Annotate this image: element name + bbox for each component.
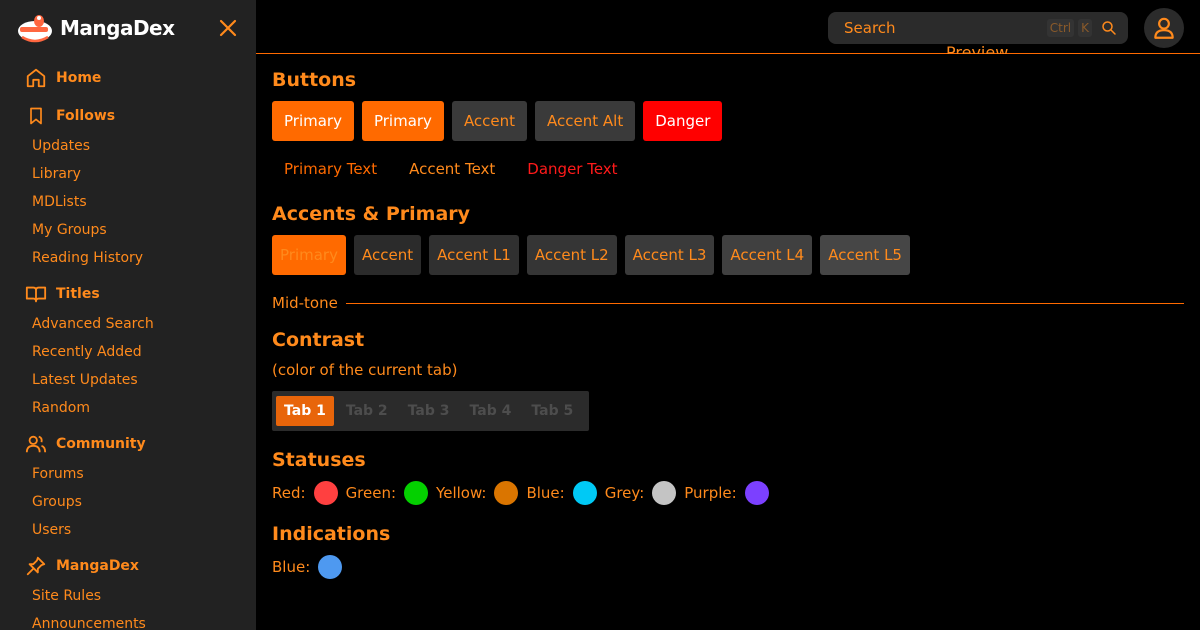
filled-buttons-row: Primary Primary Accent Accent Alt Danger (272, 101, 1184, 141)
section-title-statuses: Statuses (272, 449, 366, 471)
user-avatar[interactable] (1144, 8, 1184, 48)
indication-dot-blue (318, 555, 343, 579)
theme-preview: Buttons Primary Primary Accent Accent Al… (272, 55, 1184, 581)
tab-5[interactable]: Tab 5 (523, 396, 581, 426)
swatch-accent-l4: Accent L4 (722, 235, 813, 275)
indication-label-blue: Blue: (272, 558, 311, 576)
sidebar-item-my-groups[interactable]: My Groups (0, 216, 256, 244)
primary-button[interactable]: Primary (272, 101, 354, 141)
sidebar-item-library[interactable]: Library (0, 160, 256, 188)
sidebar-section-follows[interactable]: Follows (0, 100, 256, 132)
sidebar-item-site-rules[interactable]: Site Rules (0, 582, 256, 610)
status-label-yellow: Yellow: (436, 484, 487, 502)
sidebar-nav: Home Follows Updates Library MDLists My … (0, 62, 256, 630)
brand[interactable]: MangaDex (16, 12, 175, 44)
contrast-subtitle: (color of the current tab) (272, 361, 458, 379)
users-icon (24, 432, 48, 456)
sidebar-section-titles[interactable]: Titles (0, 278, 256, 310)
shortcut-key-k: K (1078, 19, 1092, 37)
status-dot-yellow (494, 481, 519, 505)
accent-text-button[interactable]: Accent Text (397, 149, 507, 189)
sidebar-section-label: Follows (56, 108, 116, 124)
danger-text-button[interactable]: Danger Text (515, 149, 629, 189)
status-label-purple: Purple: (684, 484, 737, 502)
section-title-contrast: Contrast (272, 329, 365, 351)
sidebar-item-updates[interactable]: Updates (0, 132, 256, 160)
shortcut-key-ctrl: Ctrl (1046, 19, 1075, 37)
sidebar: MangaDex Home Follows Updates Library MD… (0, 0, 256, 630)
contrast-tabs: Tab 1 Tab 2 Tab 3 Tab 4 Tab 5 (272, 391, 590, 431)
tab-2[interactable]: Tab 2 (338, 396, 396, 426)
section-title-buttons: Buttons (272, 69, 357, 91)
primary-button-alt[interactable]: Primary (361, 101, 444, 141)
sidebar-item-announcements[interactable]: Announcements (0, 610, 256, 630)
sidebar-item-forums[interactable]: Forums (0, 460, 256, 488)
swatch-primary: Primary (272, 235, 346, 275)
sidebar-section-label: Community (56, 436, 146, 452)
sidebar-item-users[interactable]: Users (0, 516, 256, 544)
preview-heading: Preview (946, 44, 1009, 54)
sidebar-section-label: MangaDex (56, 558, 139, 574)
sidebar-section-label: Titles (56, 286, 100, 302)
tab-1[interactable]: Tab 1 (276, 396, 334, 426)
tab-3[interactable]: Tab 3 (400, 396, 458, 426)
status-label-blue: Blue: (526, 484, 565, 502)
sidebar-item-recently-added[interactable]: Recently Added (0, 338, 256, 366)
swatch-accent-l1: Accent L1 (429, 235, 519, 275)
close-sidebar-icon[interactable] (216, 16, 240, 40)
midtone-label: Mid-tone (272, 294, 338, 312)
section-title-accents: Accents & Primary (272, 203, 471, 225)
sidebar-item-random[interactable]: Random (0, 394, 256, 422)
sidebar-section-label: Home (56, 70, 102, 86)
sidebar-section-home[interactable]: Home (0, 62, 256, 94)
user-icon (1154, 17, 1174, 39)
sidebar-item-mdlists[interactable]: MDLists (0, 188, 256, 216)
search-icon[interactable] (1100, 19, 1118, 37)
book-icon (24, 282, 48, 306)
accent-button[interactable]: Accent (451, 101, 528, 141)
top-header: Search Ctrl K Preview (256, 0, 1200, 54)
accent-alt-button[interactable]: Accent Alt (535, 101, 636, 141)
status-colors-row: Red: Green: Yellow: Blue: Grey: Purple: (272, 479, 1184, 507)
indication-colors-row: Blue: (272, 553, 1184, 581)
swatch-accent-l5: Accent L5 (820, 235, 910, 275)
status-dot-blue (572, 481, 597, 505)
brand-name: MangaDex (60, 16, 175, 40)
status-label-red: Red: (272, 484, 306, 502)
text-buttons-row: Primary Text Accent Text Danger Text (272, 149, 1184, 189)
midtone-divider: Mid-tone (272, 293, 1184, 313)
accent-swatches-row: Primary Accent Accent L1 Accent L2 Accen… (272, 235, 1184, 275)
primary-text-button[interactable]: Primary Text (272, 149, 389, 189)
status-label-grey: Grey: (604, 484, 645, 502)
sidebar-item-groups[interactable]: Groups (0, 488, 256, 516)
status-dot-purple (744, 481, 769, 505)
status-dot-grey (652, 481, 677, 505)
home-icon (24, 66, 48, 90)
pin-icon (24, 554, 48, 578)
swatch-accent-l3: Accent L3 (624, 235, 715, 275)
sidebar-item-reading-history[interactable]: Reading History (0, 244, 256, 272)
status-label-green: Green: (345, 484, 397, 502)
danger-button[interactable]: Danger (643, 101, 723, 141)
mangadex-logo-icon (18, 15, 52, 43)
status-dot-green (404, 481, 429, 505)
sidebar-section-community[interactable]: Community (0, 428, 256, 460)
sidebar-item-latest-updates[interactable]: Latest Updates (0, 366, 256, 394)
bookmark-icon (24, 104, 48, 128)
tab-4[interactable]: Tab 4 (462, 396, 520, 426)
sidebar-section-mangadex[interactable]: MangaDex (0, 550, 256, 582)
search-bar[interactable]: Search Ctrl K (828, 12, 1128, 44)
section-title-indications: Indications (272, 523, 391, 545)
status-dot-red (313, 481, 338, 505)
midtone-line (345, 302, 1184, 304)
sidebar-item-advanced-search[interactable]: Advanced Search (0, 310, 256, 338)
swatch-accent: Accent (353, 235, 422, 275)
search-input[interactable]: Search (844, 19, 1047, 37)
swatch-accent-l2: Accent L2 (526, 235, 617, 275)
